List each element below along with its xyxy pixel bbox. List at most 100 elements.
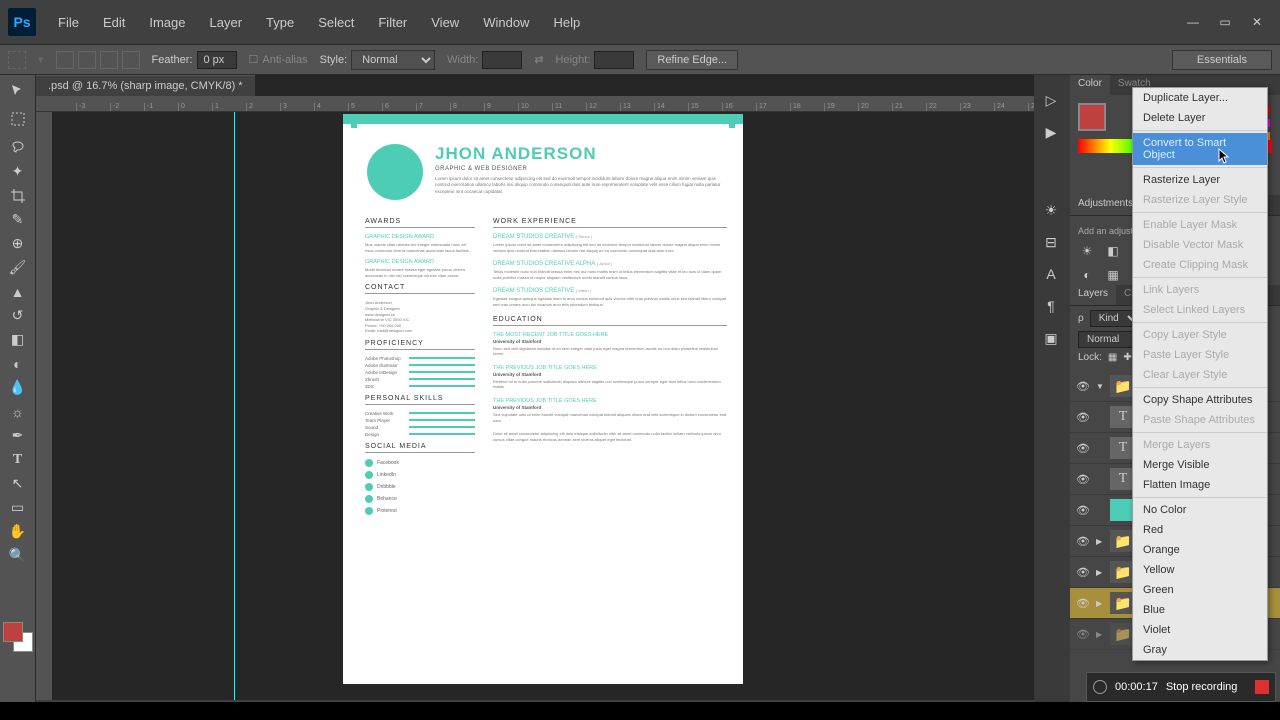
brush-tool-icon[interactable]: 🖌 <box>4 256 32 279</box>
expand-arrow-icon[interactable]: ▶ <box>1096 537 1104 546</box>
type-tool-icon[interactable]: T <box>4 448 32 471</box>
eyedropper-tool-icon[interactable]: ✎ <box>4 208 32 231</box>
new-selection-icon[interactable] <box>56 51 74 69</box>
expand-arrow-icon[interactable]: ▶ <box>1096 630 1104 639</box>
add-selection-icon[interactable] <box>78 51 96 69</box>
feather-input[interactable] <box>197 51 237 69</box>
social-icon <box>365 495 373 503</box>
hand-tool-icon[interactable]: ✋ <box>4 520 32 543</box>
ctx-no-color[interactable]: No Color <box>1133 500 1267 520</box>
properties-panel-icon[interactable]: ▣ <box>1038 325 1064 351</box>
width-input[interactable] <box>482 51 522 69</box>
maximize-button[interactable]: ▭ <box>1210 12 1240 32</box>
ctx-red[interactable]: Red <box>1133 520 1267 540</box>
stamp-tool-icon[interactable]: ▲ <box>4 280 32 303</box>
marquee-tool-icon[interactable] <box>4 103 32 135</box>
visibility-icon[interactable]: 👁 <box>1076 535 1090 548</box>
fg-color-icon[interactable] <box>3 622 23 642</box>
visibility-icon[interactable]: 👁 <box>1076 628 1090 641</box>
guide-line[interactable] <box>234 112 235 700</box>
shape-tool-icon[interactable]: ▭ <box>4 496 32 519</box>
ctx-copy-shape-attributes[interactable]: Copy Shape Attributes <box>1133 390 1267 410</box>
ctx-green[interactable]: Green <box>1133 580 1267 600</box>
paragraph-panel-icon[interactable]: ¶ <box>1038 293 1064 319</box>
height-input[interactable] <box>594 51 634 69</box>
record-indicator-icon[interactable] <box>1255 680 1269 694</box>
visibility-icon[interactable]: 👁 <box>1076 504 1090 517</box>
visibility-icon[interactable]: 👁 <box>1076 411 1090 424</box>
dodge-tool-icon[interactable]: ☼ <box>4 400 32 423</box>
expand-arrow-icon[interactable]: ▼ <box>1096 382 1104 391</box>
stop-recording-button[interactable]: Stop recording <box>1166 681 1238 693</box>
history-brush-icon[interactable]: ↺ <box>4 304 32 327</box>
color-swatches[interactable] <box>3 622 33 652</box>
ctx-rasterize-layer[interactable]: Rasterize Layer <box>1133 170 1267 190</box>
ctx-duplicate-layer-[interactable]: Duplicate Layer... <box>1133 88 1267 108</box>
visibility-icon[interactable]: 👁 <box>1076 442 1090 455</box>
visibility-icon[interactable]: 👁 <box>1076 566 1090 579</box>
ctx-blue[interactable]: Blue <box>1133 600 1267 620</box>
menu-view[interactable]: View <box>421 11 469 34</box>
workspace-button[interactable]: Essentials <box>1172 50 1272 70</box>
color-preview[interactable] <box>1078 103 1106 131</box>
intersect-selection-icon[interactable] <box>122 51 140 69</box>
refine-edge-button[interactable]: Refine Edge... <box>646 50 738 70</box>
lasso-tool-icon[interactable] <box>4 136 32 159</box>
document-tab[interactable]: .psd @ 16.7% (sharp image, CMYK/8) * <box>36 75 255 96</box>
menu-edit[interactable]: Edit <box>93 11 135 34</box>
adjustments-tab[interactable]: Adjustments <box>1070 195 1141 215</box>
crop-tool-icon[interactable] <box>4 184 32 207</box>
color-tab[interactable]: Color <box>1070 75 1110 95</box>
menu-window[interactable]: Window <box>473 11 539 34</box>
zoom-tool-icon[interactable]: 🔍 <box>4 544 32 567</box>
blur-tool-icon[interactable]: 💧 <box>4 376 32 399</box>
minimize-button[interactable]: — <box>1178 12 1208 32</box>
gradient-tool-icon[interactable]: ◐ <box>4 352 32 375</box>
eraser-tool-icon[interactable]: ◧ <box>4 328 32 351</box>
ctx-paste-layer-style: Paste Layer Style <box>1133 345 1267 365</box>
menu-help[interactable]: Help <box>543 11 590 34</box>
history-panel-icon[interactable]: ▷ <box>1038 87 1064 113</box>
brightness-adj-icon[interactable]: ☀ <box>1078 242 1096 260</box>
wand-tool-icon[interactable]: ✦ <box>4 160 32 183</box>
move-tool-icon[interactable] <box>4 79 32 102</box>
pen-tool-icon[interactable]: ✒ <box>4 424 32 447</box>
menu-image[interactable]: Image <box>139 11 195 34</box>
subtract-selection-icon[interactable] <box>100 51 118 69</box>
menu-select[interactable]: Select <box>308 11 364 34</box>
visibility-icon[interactable]: 👁 <box>1076 473 1090 486</box>
brushes-panel-icon[interactable]: ⊟ <box>1038 229 1064 255</box>
menu-file[interactable]: File <box>48 11 89 34</box>
close-button[interactable]: ✕ <box>1242 12 1272 32</box>
style-select[interactable]: Normal <box>351 50 435 70</box>
ctx-yellow[interactable]: Yellow <box>1133 560 1267 580</box>
expand-arrow-icon[interactable]: ▶ <box>1096 568 1104 577</box>
path-tool-icon[interactable]: ↖ <box>4 472 32 495</box>
visibility-icon[interactable]: 👁 <box>1076 380 1090 393</box>
lock-pixels-icon[interactable]: ▦ <box>1108 352 1117 363</box>
antialias-checkbox[interactable]: ☐Anti-alias <box>249 53 308 66</box>
marquee-icon[interactable] <box>8 51 26 69</box>
layers-tab[interactable]: Layers <box>1070 285 1116 305</box>
levels-adj-icon[interactable]: ◧ <box>1104 242 1122 260</box>
healing-tool-icon[interactable]: ⊕ <box>4 232 32 255</box>
lock-position-icon[interactable]: ✚ <box>1123 352 1131 363</box>
visibility-icon[interactable]: 👁 <box>1076 597 1090 610</box>
ctx-violet[interactable]: Violet <box>1133 620 1267 640</box>
ctx-gray[interactable]: Gray <box>1133 640 1267 660</box>
ctx-flatten-image[interactable]: Flatten Image <box>1133 475 1267 495</box>
canvas[interactable]: JHON ANDERSON GRAPHIC & WEB DESIGNER Lor… <box>52 112 1034 700</box>
character-panel-icon[interactable]: A <box>1038 261 1064 287</box>
brush-panel-icon[interactable]: ☀ <box>1038 197 1064 223</box>
ctx-merge-visible[interactable]: Merge Visible <box>1133 455 1267 475</box>
bw-adj-icon[interactable]: ▦ <box>1104 266 1122 284</box>
expand-arrow-icon[interactable]: ▶ <box>1096 599 1104 608</box>
ctx-orange[interactable]: Orange <box>1133 540 1267 560</box>
actions-panel-icon[interactable]: ▶ <box>1038 119 1064 145</box>
hue-adj-icon[interactable]: ◐ <box>1078 266 1096 284</box>
menu-filter[interactable]: Filter <box>368 11 417 34</box>
ctx-delete-layer[interactable]: Delete Layer <box>1133 108 1267 128</box>
ctx-convert-to-smart-object[interactable]: Convert to Smart Object <box>1133 133 1267 165</box>
menu-type[interactable]: Type <box>256 11 304 34</box>
menu-layer[interactable]: Layer <box>200 11 253 34</box>
